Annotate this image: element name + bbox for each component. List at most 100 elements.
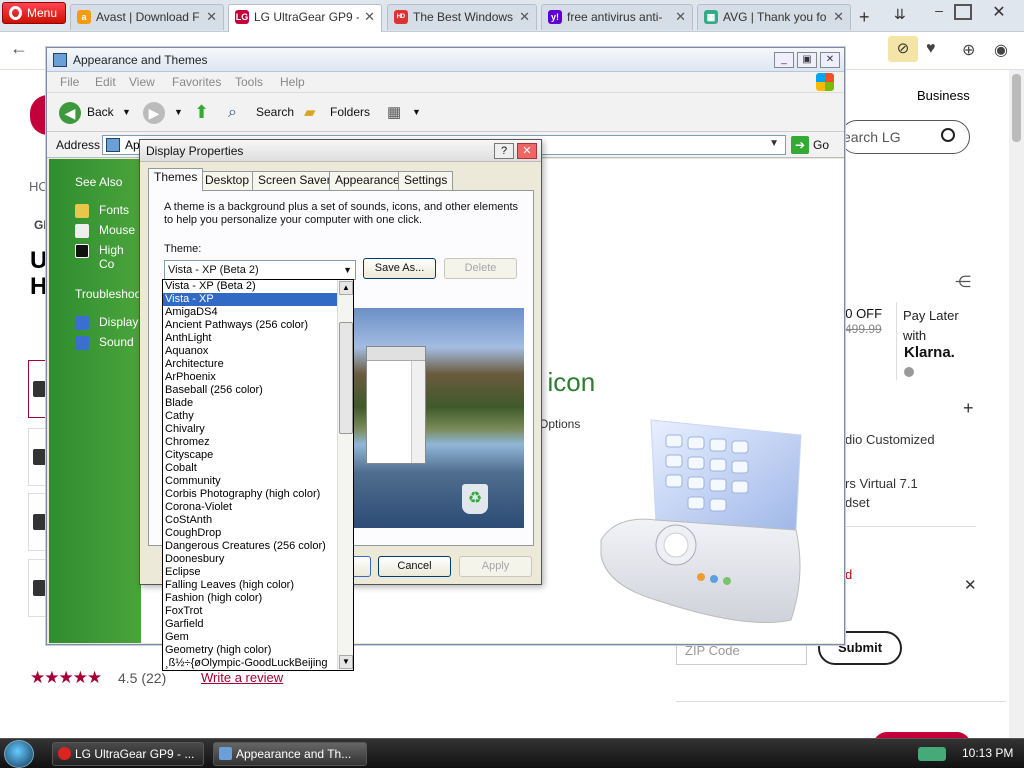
dropdown-arrow-icon[interactable]: ▼	[769, 135, 779, 153]
views-icon[interactable]: ▦	[387, 93, 401, 132]
window-titlebar[interactable]: Appearance and Themes _ ▣ ✕	[47, 48, 844, 72]
product-thumbnail[interactable]	[28, 559, 46, 617]
maximize-button[interactable]	[954, 4, 972, 20]
adblock-icon[interactable]: ⊘	[888, 36, 918, 62]
tab-close-icon[interactable]: ✕	[364, 5, 375, 29]
theme-dropdown-list[interactable]: Vista - XP (Beta 2) Vista - XP AmigaDS4 Anc…	[162, 279, 354, 671]
back-button[interactable]: Back	[87, 93, 114, 132]
folders-button[interactable]: Folders	[330, 93, 370, 132]
menu-edit[interactable]: Edit	[95, 72, 116, 92]
theme-list-item[interactable]: Community	[163, 475, 338, 488]
tab-close-icon[interactable]: ✕	[519, 5, 530, 29]
opera-menu-button[interactable]: Menu	[2, 2, 66, 24]
menu-favorites[interactable]: Favorites	[172, 72, 221, 92]
save-as-button[interactable]: Save As...	[363, 258, 436, 279]
theme-list-item[interactable]: Vista - XP	[163, 293, 338, 306]
back-arrow-icon[interactable]: ◀	[59, 102, 81, 124]
theme-list-item[interactable]: Fashion (high color)	[163, 592, 338, 605]
theme-list-item[interactable]: Corbis Photography (high color)	[163, 488, 338, 501]
theme-list-item[interactable]: Chivalry	[163, 423, 338, 436]
menu-file[interactable]: File	[60, 72, 79, 92]
see-also-mouse[interactable]: Mouse	[99, 223, 135, 237]
theme-list-item[interactable]: Cityscape	[163, 449, 338, 462]
theme-list-item[interactable]: Geometry (high color)	[163, 644, 338, 657]
browser-tab[interactable]: y! free antivirus anti- ✕	[541, 4, 693, 30]
cancel-button[interactable]: Cancel	[378, 556, 451, 577]
scroll-down-icon[interactable]: ▼	[339, 655, 353, 669]
maximize-button[interactable]: ▣	[797, 52, 817, 68]
theme-list-item[interactable]: Cobalt	[163, 462, 338, 475]
close-button[interactable]: ✕	[820, 52, 840, 68]
theme-list-item[interactable]: AnthLight	[163, 332, 338, 345]
product-thumbnail[interactable]	[28, 428, 46, 486]
tab-desktop[interactable]: Desktop	[199, 171, 256, 190]
menu-view[interactable]: View	[129, 72, 155, 92]
system-tray-icons[interactable]	[918, 747, 946, 761]
help-button[interactable]: ?	[494, 143, 514, 159]
tab-themes[interactable]: Themes	[148, 168, 204, 191]
info-icon[interactable]	[904, 367, 914, 377]
search-button[interactable]: Search	[256, 93, 294, 132]
theme-list-item[interactable]: CoughDrop	[163, 527, 338, 540]
theme-list-item[interactable]: Dangerous Creatures (256 color)	[163, 540, 338, 553]
dialog-titlebar[interactable]: Display Properties ? ✕	[140, 140, 541, 162]
forward-dropdown-icon[interactable]: ▼	[174, 93, 183, 132]
lg-search-field[interactable]: earch LG	[840, 120, 970, 154]
folders-icon[interactable]: ▰	[304, 93, 316, 132]
tab-settings[interactable]: Settings	[398, 171, 454, 190]
back-arrow-icon[interactable]: ←	[10, 38, 28, 59]
delete-button[interactable]: Delete	[444, 258, 517, 279]
theme-list-item[interactable]: Baseball (256 color)	[163, 384, 338, 397]
write-review-link[interactable]: Write a review	[201, 670, 283, 685]
theme-list-item[interactable]: FoxTrot	[163, 605, 338, 618]
theme-list-item[interactable]: Gem	[163, 631, 338, 644]
theme-list-item[interactable]: Blade	[163, 397, 338, 410]
taskbar-item-explorer[interactable]: Appearance and Th...	[213, 742, 367, 766]
product-thumbnail[interactable]	[28, 360, 46, 418]
new-tab-button[interactable]: +	[859, 7, 870, 28]
views-dropdown-icon[interactable]: ▼	[412, 93, 421, 132]
minimize-button[interactable]: –	[928, 2, 950, 22]
list-scrollbar[interactable]: ▲ ▼	[337, 280, 353, 670]
product-thumbnail[interactable]	[28, 493, 46, 551]
search-icon[interactable]: ⌕	[228, 93, 237, 132]
page-scrollbar[interactable]	[1009, 70, 1024, 738]
theme-list-item[interactable]: ¸ß½÷{øOlympic-GoodLuckBeijing	[163, 657, 338, 670]
close-window-button[interactable]: ✕	[988, 2, 1010, 22]
apply-button[interactable]: Apply	[459, 556, 532, 577]
browser-tab[interactable]: ᴴᴰ The Best Windows ✕	[387, 4, 537, 30]
tab-screen-saver[interactable]: Screen Saver	[252, 171, 337, 190]
taskbar-item-opera[interactable]: LG UltraGear GP9 - ...	[52, 742, 204, 766]
close-button[interactable]: ✕	[517, 143, 537, 159]
close-icon[interactable]: ✕	[964, 576, 977, 594]
up-folder-icon[interactable]: ⬆	[194, 93, 209, 132]
account-icon[interactable]: ◉	[994, 40, 1008, 60]
browser-tab[interactable]: a Avast | Download F ✕	[70, 4, 224, 30]
troubleshoot-sound[interactable]: Sound	[99, 335, 134, 349]
expand-icon[interactable]: +	[963, 398, 974, 419]
theme-list-item[interactable]: Aquanox	[163, 345, 338, 358]
menu-help[interactable]: Help	[280, 72, 305, 92]
theme-list-item[interactable]: AmigaDS4	[163, 306, 338, 319]
tab-menu-icon[interactable]: ⇊	[894, 6, 906, 23]
theme-list-item[interactable]: Corona-Violet	[163, 501, 338, 514]
tab-close-icon[interactable]: ✕	[833, 5, 844, 29]
theme-list-item[interactable]: Eclipse	[163, 566, 338, 579]
theme-list-item[interactable]: Chromez	[163, 436, 338, 449]
theme-list-item[interactable]: Vista - XP (Beta 2)	[163, 280, 338, 293]
theme-list-item[interactable]: Doonesbury	[163, 553, 338, 566]
tab-close-icon[interactable]: ✕	[206, 5, 217, 29]
menu-tools[interactable]: Tools	[235, 72, 263, 92]
minimize-button[interactable]: _	[774, 52, 794, 68]
tab-appearance[interactable]: Appearance	[329, 171, 406, 190]
see-also-high-contrast[interactable]: High Co	[99, 243, 141, 271]
troubleshoot-display[interactable]: Display	[99, 315, 138, 329]
share-icon[interactable]: ⋲	[955, 272, 971, 292]
business-link[interactable]: Business	[917, 88, 970, 103]
heart-icon[interactable]: ♥	[926, 40, 936, 58]
back-dropdown-icon[interactable]: ▼	[122, 93, 131, 132]
theme-list-item[interactable]: Garfield	[163, 618, 338, 631]
start-button[interactable]	[4, 740, 34, 768]
download-icon[interactable]: ⊕	[962, 40, 975, 60]
theme-select[interactable]: Vista - XP (Beta 2) ▼	[164, 260, 356, 280]
